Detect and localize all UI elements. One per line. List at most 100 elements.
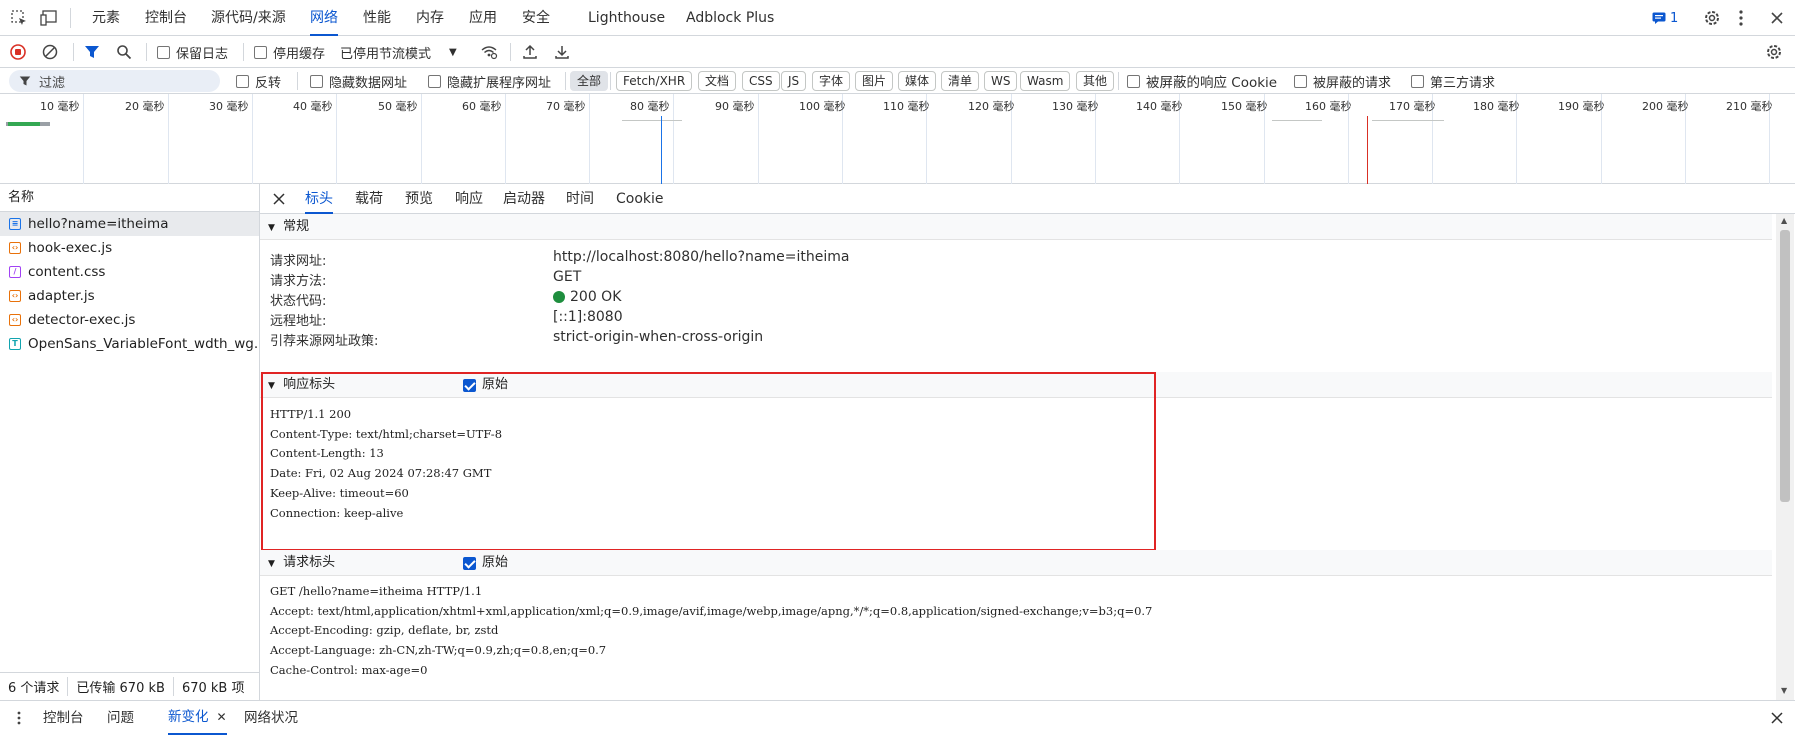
timeline-gridline	[505, 94, 506, 184]
close-devtools-icon[interactable]	[1768, 9, 1786, 27]
issues-counter[interactable]: 1	[1652, 10, 1678, 26]
disable-cache-checkbox[interactable]: 停用缓存	[254, 36, 325, 68]
request-row[interactable]: T OpenSans_VariableFont_wdth_wg...	[0, 332, 259, 356]
more-options-icon[interactable]	[1736, 9, 1746, 27]
script-icon: ‹›	[9, 314, 21, 326]
preserve-log-checkbox[interactable]: 保留日志	[157, 36, 228, 68]
general-key: 状态代码:	[270, 294, 327, 309]
filter-input[interactable]: 过滤	[9, 70, 220, 92]
type-filter-wasm[interactable]: Wasm	[1020, 71, 1071, 91]
inspect-element-icon[interactable]	[10, 9, 28, 27]
close-detail-icon[interactable]	[272, 192, 286, 206]
type-filter-js[interactable]: JS	[781, 71, 807, 91]
filter-icon[interactable]	[84, 44, 100, 60]
request-row[interactable]: / content.css	[0, 260, 259, 284]
settings-gear-icon[interactable]	[1703, 9, 1721, 27]
drawer-menu-icon[interactable]	[15, 710, 23, 726]
tab-security[interactable]: 安全	[522, 0, 550, 36]
timeline-tick-label: 30 毫秒	[209, 100, 249, 113]
request-row[interactable]: ‹› adapter.js	[0, 284, 259, 308]
blocked-cookies-checkbox[interactable]: 被屏蔽的响应 Cookie	[1127, 65, 1277, 97]
drawer-tab-changes[interactable]: 新变化 ✕	[168, 701, 227, 735]
tab-timing[interactable]: 时间	[566, 184, 594, 214]
invert-checkbox[interactable]: 反转	[236, 65, 281, 97]
network-conditions-icon[interactable]	[480, 44, 498, 60]
hide-extension-urls-checkbox[interactable]: 隐藏扩展程序网址	[428, 65, 551, 97]
drawer-tab-console[interactable]: 控制台	[43, 701, 84, 735]
scroll-up-icon[interactable]: ▲	[1781, 216, 1787, 225]
request-row[interactable]: ‹› hook-exec.js	[0, 236, 259, 260]
tab-elements[interactable]: 元素	[92, 0, 120, 36]
tab-performance[interactable]: 性能	[363, 0, 391, 36]
type-filter-all[interactable]: 全部	[570, 71, 609, 91]
tab-cookies[interactable]: Cookie	[616, 184, 664, 214]
type-filter-fetch-xhr[interactable]: Fetch/XHR	[616, 71, 693, 91]
tab-memory[interactable]: 内存	[416, 0, 444, 36]
type-filter-font[interactable]: 字体	[812, 71, 851, 91]
request-bar	[1372, 120, 1444, 121]
toolbar-divider	[73, 43, 74, 61]
tab-adblock-plus[interactable]: Adblock Plus	[686, 0, 774, 36]
scrollbar[interactable]: ▲ ▼	[1776, 214, 1794, 700]
type-filter-manifest[interactable]: 清单	[941, 71, 980, 91]
search-icon[interactable]	[116, 44, 132, 60]
clear-icon[interactable]	[42, 44, 58, 60]
checkbox-box[interactable]	[254, 45, 267, 59]
checkbox-box[interactable]	[310, 74, 323, 88]
network-overview-timeline[interactable]: 10 毫秒 20 毫秒 30 毫秒 40 毫秒 50 毫秒 60 毫秒 70 毫秒 80 毫秒…	[0, 94, 1795, 184]
record-stop-icon[interactable]	[10, 44, 26, 60]
tab-headers[interactable]: 标头	[305, 184, 333, 214]
drawer-tab-issues[interactable]: 问题	[107, 701, 134, 735]
request-row[interactable]: ‹› detector-exec.js	[0, 308, 259, 332]
type-filter-css[interactable]: CSS	[742, 71, 780, 91]
raw-toggle-checkbox[interactable]: 原始	[463, 372, 508, 398]
checkbox-box[interactable]	[463, 556, 476, 570]
tab-sources[interactable]: 源代码/来源	[211, 0, 286, 36]
checkbox-box[interactable]	[1411, 74, 1424, 88]
type-filter-img[interactable]: 图片	[855, 71, 894, 91]
checkbox-box[interactable]	[428, 74, 441, 88]
raw-toggle-checkbox[interactable]: 原始	[463, 550, 508, 576]
drawer-tab-network-conditions[interactable]: 网络状况	[244, 701, 298, 735]
request-row[interactable]: ≡ hello?name=itheima	[0, 212, 259, 236]
tab-console[interactable]: 控制台	[145, 0, 187, 36]
tab-response[interactable]: 响应	[455, 184, 483, 214]
toolbar-divider	[70, 8, 71, 28]
tab-application[interactable]: 应用	[469, 0, 497, 36]
checkbox-box[interactable]	[236, 74, 249, 88]
general-section-header[interactable]: ▼ 常规	[260, 214, 1772, 240]
tab-network[interactable]: 网络	[310, 0, 338, 36]
response-headers-section-header[interactable]: ▼ 响应标头 原始	[260, 372, 1772, 398]
name-column-header[interactable]: 名称	[0, 184, 259, 212]
type-filter-media[interactable]: 媒体	[898, 71, 937, 91]
tab-initiator[interactable]: 启动器	[503, 184, 545, 214]
type-filter-other[interactable]: 其他	[1076, 71, 1115, 91]
tab-lighthouse[interactable]: Lighthouse	[588, 0, 665, 36]
close-tab-icon[interactable]: ✕	[217, 700, 227, 734]
tab-payload[interactable]: 载荷	[355, 184, 383, 214]
request-name: OpenSans_VariableFont_wdth_wg...	[28, 336, 259, 352]
network-settings-gear-icon[interactable]	[1765, 43, 1783, 61]
checkbox-box[interactable]	[1127, 74, 1140, 88]
timeline-gridline	[336, 94, 337, 184]
import-har-icon[interactable]	[522, 44, 538, 60]
scroll-down-icon[interactable]: ▼	[1781, 686, 1787, 695]
hide-data-urls-checkbox[interactable]: 隐藏数据网址	[310, 65, 407, 97]
type-filter-ws[interactable]: WS	[984, 71, 1018, 91]
timeline-tick-label: 210 毫秒	[1726, 100, 1773, 113]
throttling-select[interactable]: 已停用节流模式 ▼	[340, 36, 457, 68]
tab-preview[interactable]: 预览	[405, 184, 433, 214]
checkbox-box[interactable]	[157, 45, 170, 59]
blocked-requests-checkbox[interactable]: 被屏蔽的请求	[1294, 65, 1391, 97]
checkbox-box[interactable]	[463, 378, 476, 392]
export-har-icon[interactable]	[554, 44, 570, 60]
devtools-main-tabbar: 元素 控制台 源代码/来源 网络 性能 内存 应用 安全 Lighthouse …	[0, 0, 1795, 36]
scrollbar-thumb[interactable]	[1780, 230, 1790, 502]
device-toolbar-icon[interactable]	[40, 9, 60, 27]
type-filter-doc[interactable]: 文档	[698, 71, 737, 91]
checkbox-box[interactable]	[1294, 74, 1307, 88]
close-drawer-icon[interactable]	[1770, 711, 1784, 725]
request-headers-section-header[interactable]: ▼ 请求标头 原始	[260, 550, 1772, 576]
third-party-checkbox[interactable]: 第三方请求	[1411, 65, 1495, 97]
network-toolbar: 保留日志 停用缓存 已停用节流模式 ▼	[0, 36, 1795, 68]
